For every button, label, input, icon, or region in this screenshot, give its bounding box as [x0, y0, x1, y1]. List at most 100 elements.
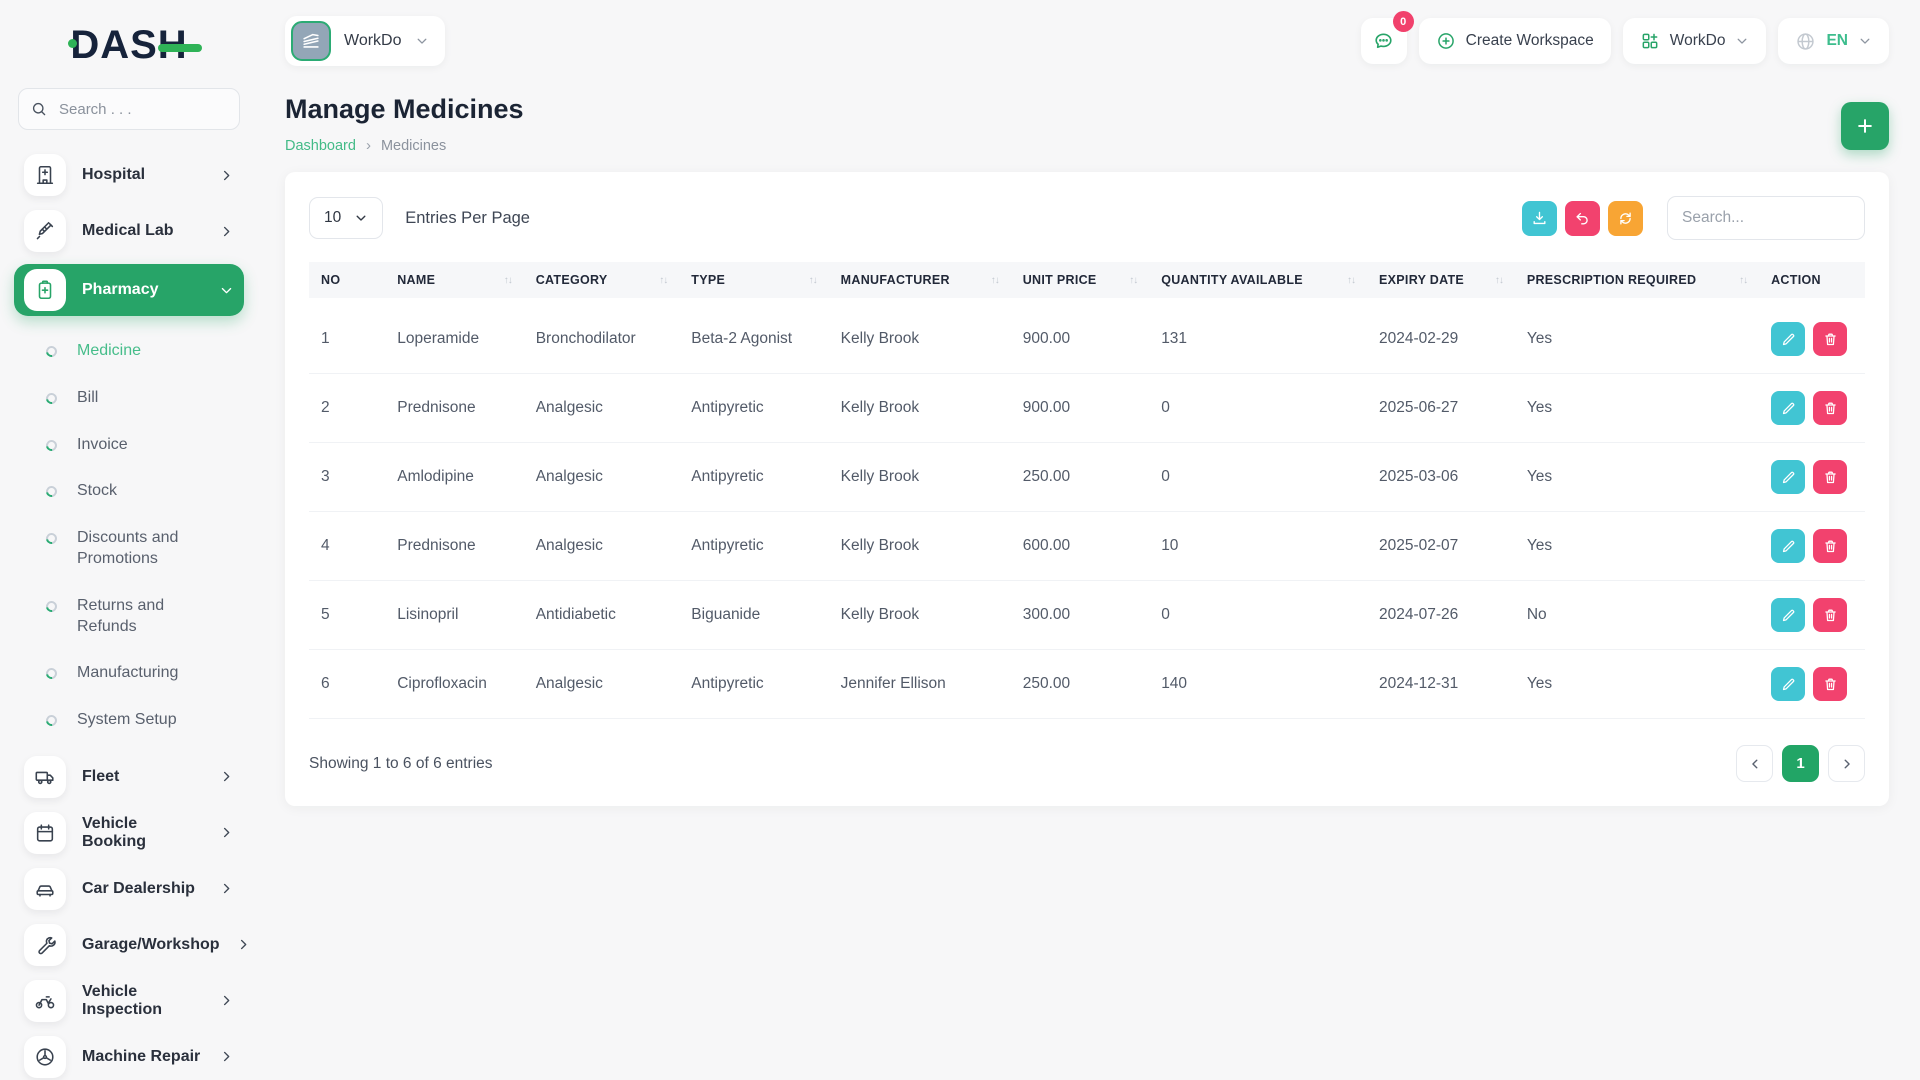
column-header-unit-price[interactable]: UNIT PRICE↑↓: [1011, 262, 1149, 302]
table-row: 3 Amlodipine Analgesic Antipyretic Kelly…: [309, 443, 1865, 512]
delete-button[interactable]: [1813, 598, 1847, 632]
edit-button[interactable]: [1771, 598, 1805, 632]
sidebar-item-car-dealership[interactable]: Car Dealership: [14, 866, 244, 912]
chevron-right-icon: [219, 769, 234, 784]
chevron-down-icon: [1735, 34, 1749, 48]
sidebar-search-input[interactable]: [18, 88, 240, 130]
sort-icon[interactable]: ↑↓: [659, 275, 667, 286]
column-header-manufacturer[interactable]: MANUFACTURER↑↓: [829, 262, 1011, 302]
breadcrumb-dashboard-link[interactable]: Dashboard: [285, 138, 356, 154]
sort-icon[interactable]: ↑↓: [1347, 275, 1355, 286]
next-page-button[interactable]: [1828, 745, 1865, 782]
delete-button[interactable]: [1813, 322, 1847, 356]
page-title: Manage Medicines: [285, 94, 524, 125]
pencil-icon: [1780, 469, 1797, 486]
pencil-icon: [1780, 676, 1797, 693]
sidebar-item-pharmacy[interactable]: Pharmacy: [14, 264, 244, 316]
reset-button[interactable]: [1565, 201, 1600, 236]
edit-button[interactable]: [1771, 460, 1805, 494]
submenu-item-bill[interactable]: Bill: [46, 375, 244, 422]
delete-button[interactable]: [1813, 667, 1847, 701]
delete-button[interactable]: [1813, 391, 1847, 425]
submenu-item-invoice[interactable]: Invoice: [46, 422, 244, 469]
refresh-button[interactable]: [1608, 201, 1643, 236]
sort-icon[interactable]: ↑↓: [504, 275, 512, 286]
syringe-icon: [24, 210, 66, 252]
submenu-item-system-setup[interactable]: System Setup: [46, 697, 244, 744]
chevron-left-icon: [1748, 757, 1762, 771]
column-header-no: NO: [309, 262, 385, 302]
sort-icon[interactable]: ↑↓: [1129, 275, 1137, 286]
motorcycle-icon: [24, 980, 66, 1022]
edit-button[interactable]: [1771, 322, 1805, 356]
delete-button[interactable]: [1813, 529, 1847, 563]
chevron-right-icon: [219, 224, 234, 239]
sidebar-item-fleet[interactable]: Fleet: [14, 754, 244, 800]
submenu-item-medicine[interactable]: Medicine: [46, 328, 244, 375]
chevron-right-icon: [219, 1049, 234, 1064]
trash-icon: [1822, 538, 1839, 555]
grid-plus-icon: [1640, 31, 1660, 51]
sidebar-item-label: Medical Lab: [82, 222, 174, 240]
chevron-right-icon: [219, 881, 234, 896]
plus-icon: [1855, 116, 1875, 136]
language-selector[interactable]: EN: [1778, 18, 1889, 64]
sidebar-item-garage-workshop[interactable]: Garage/Workshop: [14, 922, 244, 968]
apps-menu-button[interactable]: WorkDo: [1623, 18, 1767, 64]
sort-icon[interactable]: ↑↓: [1495, 275, 1503, 286]
sort-icon[interactable]: ↑↓: [809, 275, 817, 286]
bullet-icon: [44, 599, 59, 614]
page-1-button[interactable]: 1: [1782, 745, 1819, 782]
medicines-card: 10 Entries Per Page: [285, 172, 1889, 806]
bullet-icon: [44, 666, 59, 681]
add-medicine-button[interactable]: [1841, 102, 1889, 150]
language-code: EN: [1826, 32, 1848, 50]
entries-per-page-value: 10: [324, 209, 341, 227]
sidebar-item-vehicle-booking[interactable]: Vehicle Booking: [14, 810, 244, 856]
messages-button[interactable]: 0: [1361, 18, 1407, 64]
workspace-selector[interactable]: WorkDo: [285, 16, 445, 66]
chevron-down-icon: [354, 211, 368, 225]
car-icon: [24, 868, 66, 910]
table-row: 2 Prednisone Analgesic Antipyretic Kelly…: [309, 374, 1865, 443]
chat-icon: [1372, 30, 1395, 53]
sidebar: DASH Hospital Medical Lab: [0, 0, 258, 1080]
page-header: Manage Medicines Dashboard › Medicines: [285, 94, 1889, 154]
column-header-name[interactable]: NAME↑↓: [385, 262, 523, 302]
column-header-type[interactable]: TYPE↑↓: [679, 262, 828, 302]
edit-button[interactable]: [1771, 391, 1805, 425]
sidebar-item-medical-lab[interactable]: Medical Lab: [14, 208, 244, 254]
entries-per-page-select[interactable]: 10: [309, 197, 383, 239]
workspace-name: WorkDo: [344, 32, 402, 50]
submenu-item-stock[interactable]: Stock: [46, 468, 244, 515]
sidebar-search: [18, 88, 240, 130]
bullet-icon: [44, 713, 59, 728]
sort-icon[interactable]: ↑↓: [991, 275, 999, 286]
workspace-avatar: [291, 21, 331, 61]
column-header-category[interactable]: CATEGORY↑↓: [524, 262, 680, 302]
export-button[interactable]: [1522, 201, 1557, 236]
card-toolbar: 10 Entries Per Page: [309, 196, 1865, 240]
search-icon: [30, 100, 48, 118]
pencil-icon: [1780, 538, 1797, 555]
logo-bar: [158, 44, 202, 52]
submenu-item-discounts-and-promotions[interactable]: Discounts and Promotions: [46, 515, 244, 583]
delete-button[interactable]: [1813, 460, 1847, 494]
column-header-expiry-date[interactable]: EXPIRY DATE↑↓: [1367, 262, 1515, 302]
create-workspace-button[interactable]: Create Workspace: [1419, 18, 1611, 64]
column-header-quantity-available[interactable]: QUANTITY AVAILABLE↑↓: [1149, 262, 1367, 302]
column-header-prescription-required[interactable]: PRESCRIPTION REQUIRED↑↓: [1515, 262, 1759, 302]
main-area: WorkDo 0 Create Workspace: [258, 0, 1920, 1080]
sort-icon[interactable]: ↑↓: [1739, 275, 1747, 286]
sidebar-item-hospital[interactable]: Hospital: [14, 152, 244, 198]
previous-page-button[interactable]: [1736, 745, 1773, 782]
edit-button[interactable]: [1771, 667, 1805, 701]
edit-button[interactable]: [1771, 529, 1805, 563]
table-search-input[interactable]: [1667, 196, 1865, 240]
submenu-item-returns-and-refunds[interactable]: Returns and Refunds: [46, 583, 244, 651]
sidebar-item-label: Vehicle Inspection: [82, 983, 203, 1019]
submenu-item-manufacturing[interactable]: Manufacturing: [46, 650, 244, 697]
sidebar-item-vehicle-inspection[interactable]: Vehicle Inspection: [14, 978, 244, 1024]
plus-circle-icon: [1436, 31, 1456, 51]
sidebar-item-machine-repair[interactable]: Machine Repair: [14, 1034, 244, 1080]
